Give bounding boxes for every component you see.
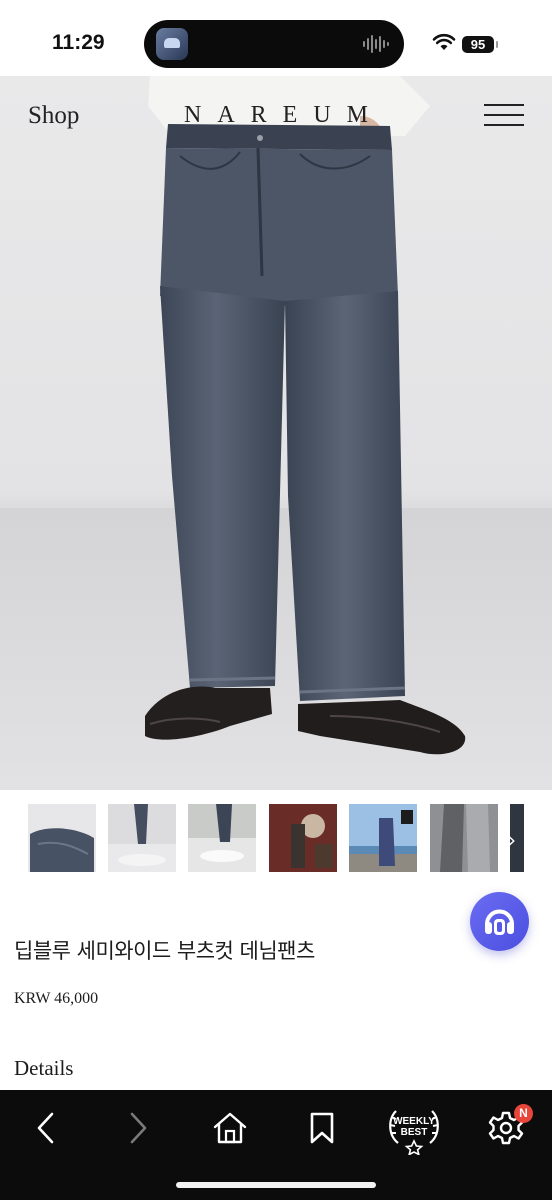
weekly-best-label: WEEKLY BEST	[393, 1116, 435, 1138]
details-heading[interactable]: Details	[14, 1056, 73, 1081]
home-button[interactable]	[206, 1103, 254, 1153]
back-icon	[37, 1112, 54, 1144]
wifi-icon	[432, 33, 456, 50]
now-playing-app-icon	[156, 28, 188, 60]
status-time: 11:29	[52, 31, 105, 54]
bookmark-icon	[310, 1112, 334, 1144]
thumbnail[interactable]	[188, 804, 256, 872]
home-icon	[213, 1112, 247, 1144]
weekly-best-button[interactable]: WEEKLY BEST	[382, 1103, 446, 1155]
chevron-right-icon[interactable]: ›	[508, 828, 516, 852]
thumbnail[interactable]	[28, 804, 96, 872]
jeans-photo	[0, 76, 552, 790]
thumbnail-strip	[0, 790, 552, 886]
brand-logo[interactable]: NAREUM	[184, 102, 384, 129]
forward-icon	[130, 1112, 147, 1144]
shop-link[interactable]: Shop	[28, 102, 79, 130]
product-title: 딥블루 세미와이드 부츠컷 데님팬츠	[14, 939, 315, 963]
chat-support-button[interactable]	[470, 892, 529, 951]
notification-badge: N	[514, 1104, 533, 1123]
battery-indicator: 95	[462, 36, 498, 53]
home-indicator[interactable]	[176, 1182, 376, 1188]
product-hero-image[interactable]	[0, 76, 552, 790]
back-button[interactable]	[22, 1103, 70, 1153]
bookmark-button[interactable]	[298, 1103, 346, 1153]
headset-icon	[485, 909, 514, 935]
dynamic-island	[144, 20, 404, 68]
thumbnail[interactable]	[430, 804, 498, 872]
product-price: KRW 46,000	[14, 990, 99, 1007]
thumbnail[interactable]	[108, 804, 176, 872]
thumbnail[interactable]	[269, 804, 337, 872]
forward-button[interactable]	[114, 1103, 162, 1153]
audio-wave-icon	[363, 35, 389, 53]
status-bar: 11:29 95	[0, 0, 552, 76]
thumbnail[interactable]	[349, 804, 417, 872]
hamburger-menu-icon[interactable]	[484, 104, 524, 128]
